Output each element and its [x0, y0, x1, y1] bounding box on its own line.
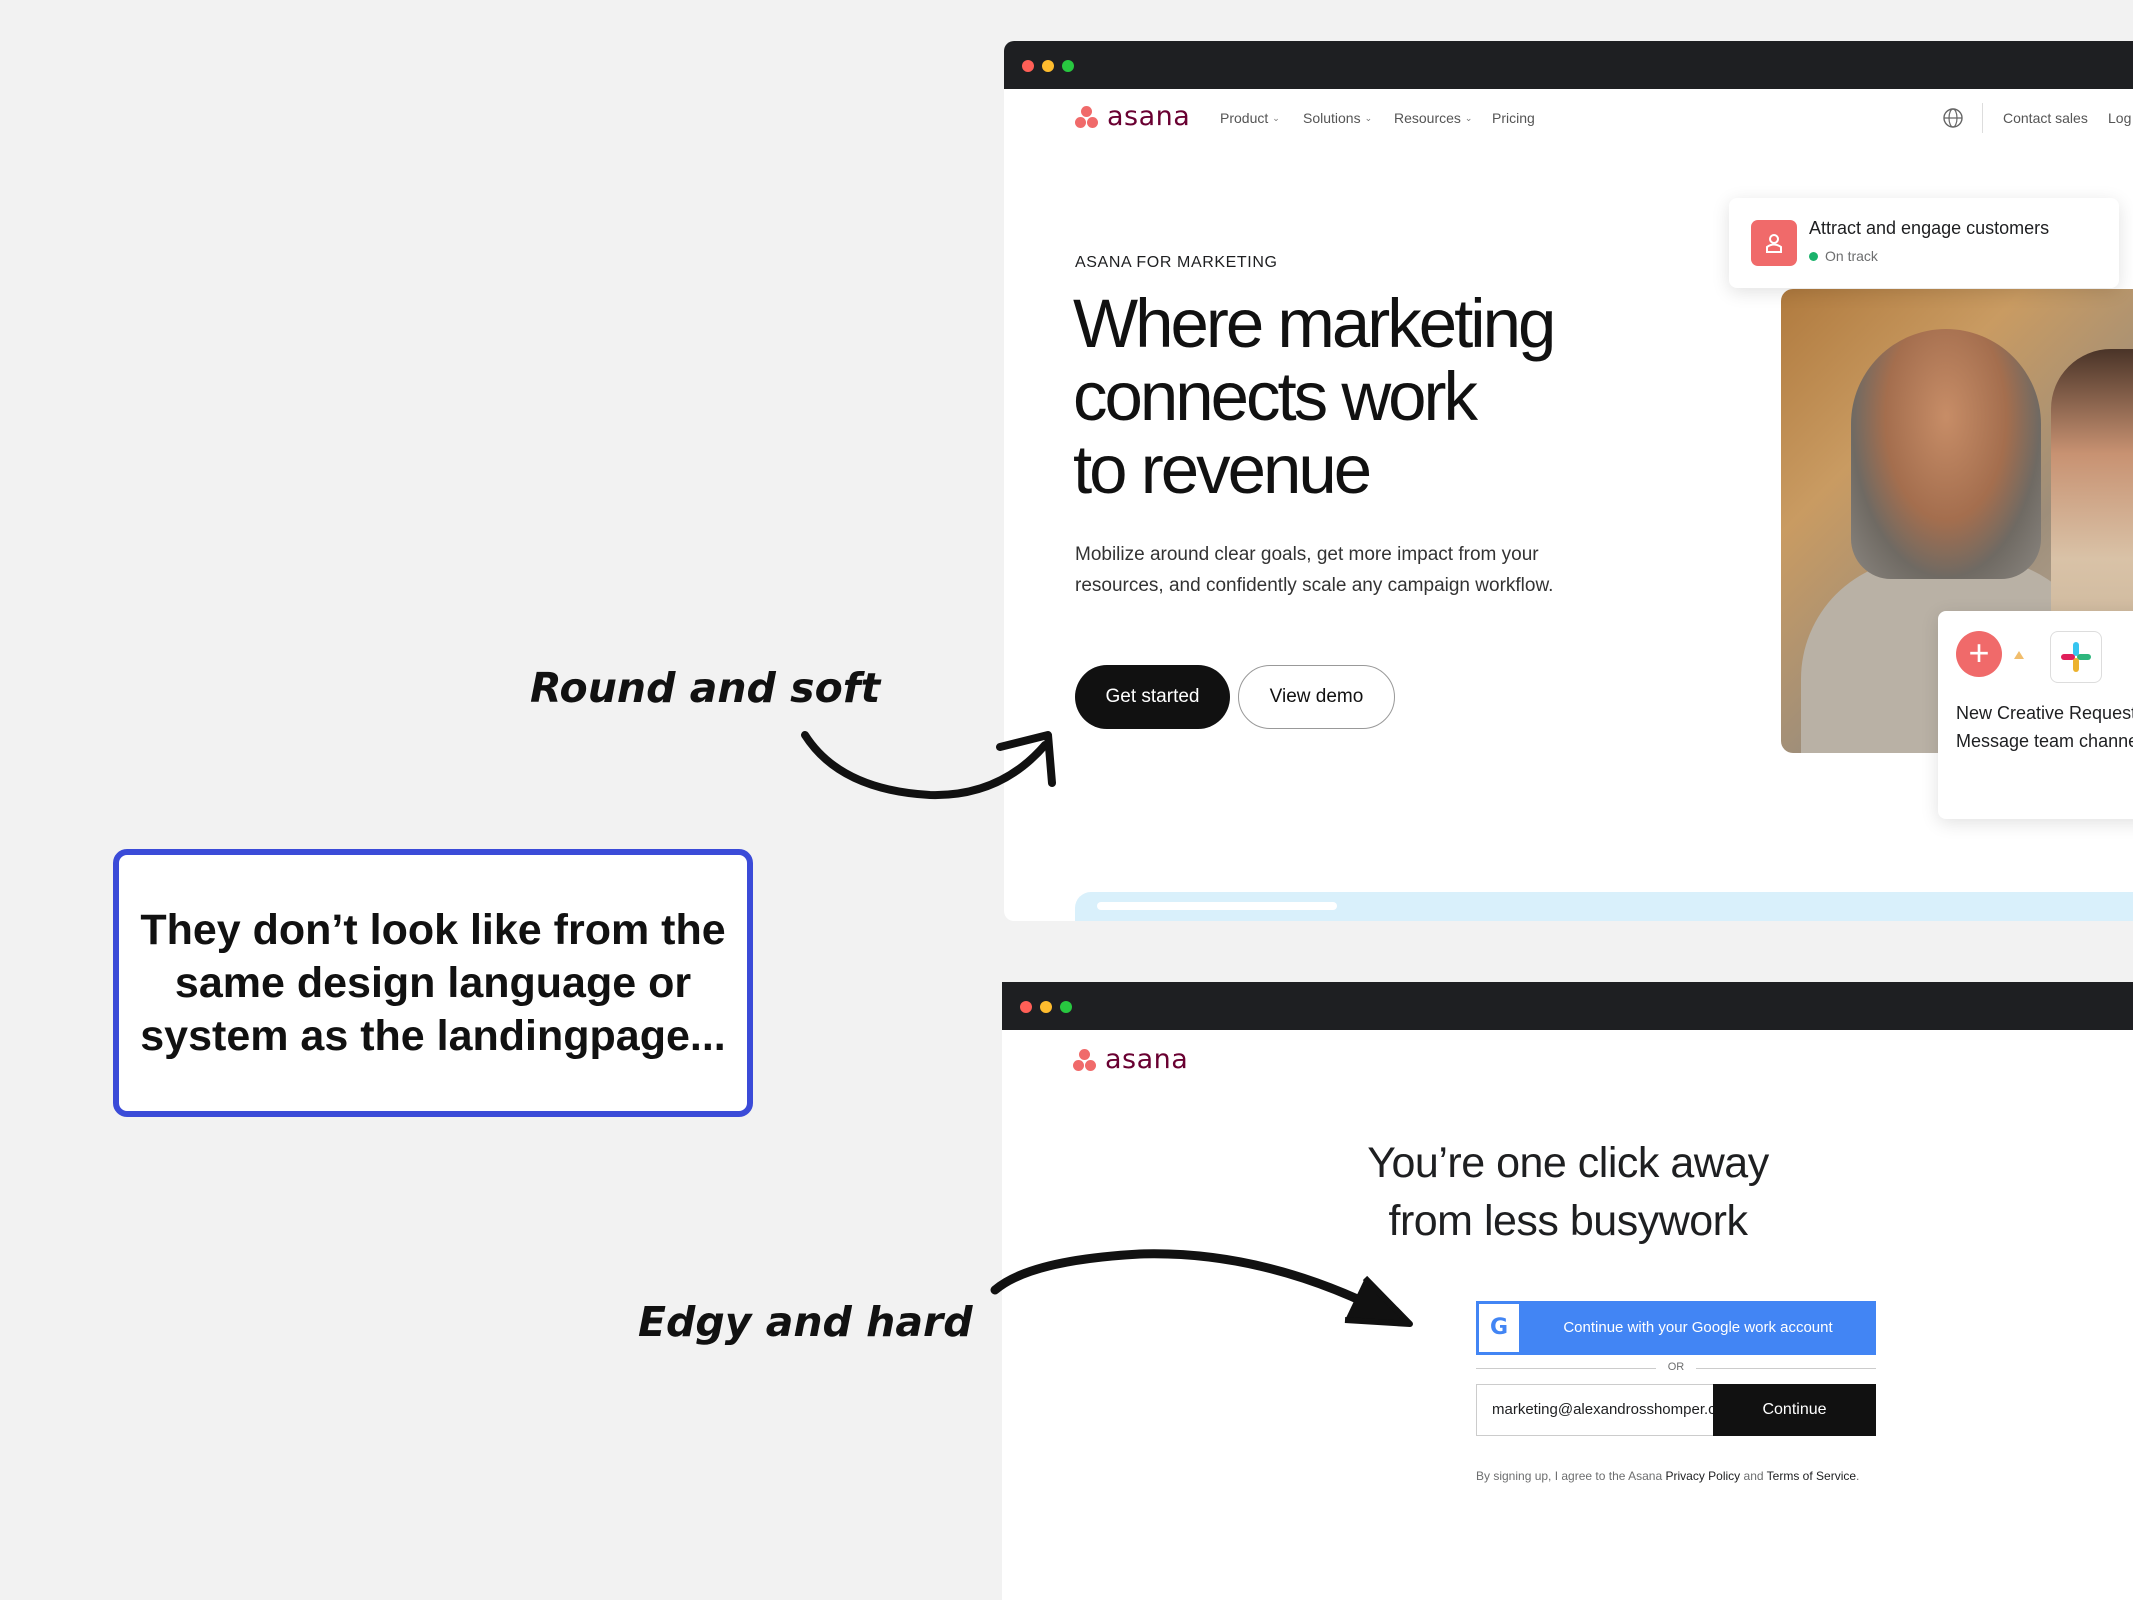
email-field[interactable]: marketing@alexandrosshomper.com	[1476, 1384, 1713, 1436]
window-titlebar	[1002, 982, 2133, 1030]
chevron-down-icon: ⌄	[1272, 112, 1280, 123]
triangle-icon	[2014, 651, 2024, 659]
globe-icon[interactable]	[1942, 107, 1964, 129]
asana-wordmark: asana	[1107, 101, 1191, 132]
minimize-dot[interactable]	[1040, 1001, 1052, 1013]
slack-icon	[2050, 631, 2102, 683]
close-dot[interactable]	[1020, 1001, 1032, 1013]
round-and-soft-annotation: Round and soft	[530, 664, 881, 712]
legal-text: By signing up, I agree to the Asana Priv…	[1476, 1469, 1896, 1483]
arrow-to-signup-form	[990, 1249, 1413, 1327]
legal-suffix: .	[1856, 1469, 1860, 1483]
nav-product-label: Product	[1220, 110, 1269, 126]
workflow-card: + New Creative Request Message team chan…	[1938, 611, 2133, 819]
or-label: OR	[1667, 1361, 1685, 1373]
goal-status-label: On track	[1825, 248, 1878, 264]
chevron-down-icon: ⌄	[1364, 112, 1373, 123]
maximize-dot[interactable]	[1060, 1001, 1072, 1013]
nav-resources[interactable]: Resources ⌄	[1394, 110, 1472, 126]
contact-sales-label: Contact sales	[2003, 110, 2088, 126]
signup-title-line: You’re one click away	[1367, 1139, 1769, 1187]
hero-title-line: connects work	[1073, 358, 1478, 435]
nav-pricing-label: Pricing	[1492, 110, 1535, 126]
close-dot[interactable]	[1022, 60, 1034, 72]
goal-card: Attract and engage customers On track	[1729, 198, 2119, 288]
goal-status: On track	[1809, 248, 1878, 264]
blue-section-preview	[1075, 892, 2133, 921]
hero-title: Where marketing connects work to revenue	[1073, 287, 1633, 506]
workflow-line-1: New Creative Request	[1956, 703, 2133, 723]
asana-logo-icon	[1073, 1048, 1097, 1071]
signup-title: You’re one click away from less busywork	[1348, 1134, 1788, 1250]
privacy-policy-link[interactable]: Privacy Policy	[1665, 1469, 1740, 1483]
arrow-to-landing-buttons	[801, 731, 1056, 800]
legal-prefix: By signing up, I agree to the Asana	[1476, 1469, 1663, 1483]
google-icon: G	[1479, 1304, 1519, 1352]
asana-logo[interactable]: asana	[1073, 1044, 1188, 1075]
minimize-dot[interactable]	[1042, 60, 1054, 72]
asana-logo[interactable]: asana	[1075, 101, 1190, 132]
asana-wordmark: asana	[1105, 1044, 1189, 1075]
nav-resources-label: Resources	[1394, 110, 1461, 126]
terms-of-service-link[interactable]: Terms of Service	[1767, 1469, 1856, 1483]
google-signin-label: Continue with your Google work account	[1563, 1319, 1833, 1336]
goal-title: Attract and engage customers	[1809, 218, 2050, 238]
legal-and: and	[1743, 1469, 1764, 1483]
or-divider: OR	[1476, 1358, 1876, 1378]
nav-solutions[interactable]: Solutions ⌄	[1303, 110, 1372, 126]
nav-solutions-label: Solutions	[1303, 110, 1361, 126]
hero-title-line: to revenue	[1073, 431, 1372, 508]
workflow-line-2: Message team channel	[1956, 731, 2133, 751]
goal-icon	[1751, 220, 1797, 266]
nav-contact-sales[interactable]: Contact sales	[2003, 110, 2088, 126]
continue-button[interactable]: Continue	[1713, 1384, 1876, 1436]
landing-page-window: asana Product ⌄ Solutions ⌄ Resources ⌄ Pri…	[1004, 41, 2133, 921]
chevron-down-icon: ⌄	[1464, 112, 1473, 123]
nav-login[interactable]: Log	[2108, 110, 2131, 126]
plus-icon: +	[1956, 631, 2002, 677]
window-titlebar	[1004, 41, 2133, 89]
get-started-button[interactable]: Get started	[1075, 665, 1230, 729]
google-signin-button[interactable]: G Continue with your Google work account	[1476, 1301, 1876, 1355]
nav-pricing[interactable]: Pricing	[1492, 110, 1535, 126]
hero-title-line: Where marketing	[1073, 285, 1556, 362]
asana-logo-icon	[1075, 105, 1099, 128]
login-label: Log	[2108, 110, 2132, 126]
nav-divider	[1982, 103, 1983, 133]
hero-eyebrow: ASANA FOR MARKETING	[1075, 254, 1278, 271]
nav-product[interactable]: Product ⌄	[1220, 110, 1280, 126]
view-demo-button[interactable]: View demo	[1238, 665, 1395, 729]
hero-description: Mobilize around clear goals, get more im…	[1075, 544, 1554, 596]
edgy-and-hard-annotation: Edgy and hard	[638, 1298, 973, 1346]
status-dot-icon	[1809, 251, 1818, 261]
callout-box: They don’t look like from the same desig…	[113, 849, 753, 1117]
maximize-dot[interactable]	[1062, 60, 1074, 72]
